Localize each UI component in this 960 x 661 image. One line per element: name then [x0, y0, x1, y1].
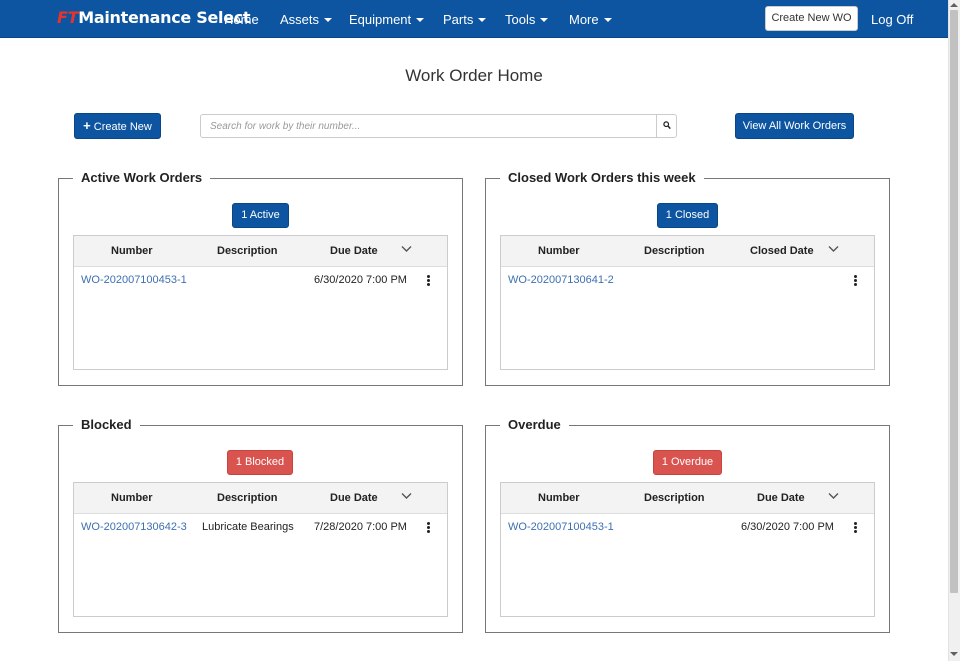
active-work-orders-panel: Active Work Orders 1 Active Number Descr…: [58, 170, 463, 386]
kebab-menu-icon[interactable]: [427, 275, 431, 287]
nav-more-label: More: [569, 12, 599, 27]
active-count-button[interactable]: 1 Active: [232, 203, 289, 228]
column-header-description[interactable]: Description: [644, 245, 705, 257]
kebab-menu-icon[interactable]: [427, 522, 431, 534]
column-header-date[interactable]: Due Date: [330, 245, 378, 257]
page-title: Work Order Home: [405, 66, 543, 85]
chevron-down-icon: [603, 17, 612, 22]
kebab-menu-icon[interactable]: [854, 522, 858, 534]
scroll-up-arrow-icon[interactable]: [950, 3, 958, 7]
create-new-wo-button[interactable]: Create New WO: [765, 6, 858, 31]
table-header: Number Description Closed Date: [501, 236, 874, 267]
nav-more[interactable]: More: [569, 12, 612, 27]
column-header-description[interactable]: Description: [217, 492, 278, 504]
nav-assets-label: Assets: [280, 12, 320, 27]
closed-count-button[interactable]: 1 Closed: [657, 203, 718, 228]
table-header: Number Description Due Date: [74, 236, 447, 267]
blocked-count-button[interactable]: 1 Blocked: [227, 450, 293, 475]
table-header: Number Description Due Date: [74, 483, 447, 514]
nav-home[interactable]: Home: [224, 12, 259, 27]
work-order-number-link[interactable]: WO-202007130641-2: [508, 274, 614, 286]
log-off-link[interactable]: Log Off: [871, 12, 913, 27]
panel-title: Overdue: [500, 417, 569, 432]
create-new-label: Create New: [93, 121, 152, 133]
work-order-number-link[interactable]: WO-202007100453-1: [81, 274, 187, 286]
overdue-count-button[interactable]: 1 Overdue: [653, 450, 722, 475]
table-header: Number Description Due Date: [501, 483, 874, 514]
chevron-down-icon[interactable]: [401, 245, 412, 253]
work-order-due-date: 6/30/2020 7:00 PM: [314, 274, 407, 286]
blocked-panel: Blocked 1 Blocked Number Description Due…: [58, 417, 463, 633]
work-order-due-date: 7/28/2020 7:00 PM: [314, 521, 407, 533]
create-new-button[interactable]: + Create New: [74, 113, 161, 139]
overdue-panel: Overdue 1 Overdue Number Description Due…: [485, 417, 890, 633]
column-header-number[interactable]: Number: [111, 245, 153, 257]
column-header-description[interactable]: Description: [644, 492, 705, 504]
overdue-work-orders-table: Number Description Due Date WO-202007100…: [500, 482, 875, 617]
search-input[interactable]: [201, 115, 657, 137]
search-icon: [663, 121, 671, 130]
nav-tools-label: Tools: [505, 12, 536, 27]
table-row: WO-202007130641-2: [501, 267, 874, 293]
nav-equipment[interactable]: Equipment: [349, 12, 425, 27]
table-row: WO-202007100453-1 6/30/2020 7:00 PM: [74, 267, 447, 293]
closed-work-orders-table: Number Description Closed Date WO-202007…: [500, 235, 875, 370]
chevron-down-icon[interactable]: [828, 245, 839, 253]
table-row: WO-202007100453-1 6/30/2020 7:00 PM: [501, 514, 874, 540]
column-header-date[interactable]: Due Date: [330, 492, 378, 504]
column-header-number[interactable]: Number: [538, 245, 580, 257]
chevron-down-icon: [540, 17, 549, 22]
column-header-closed-date[interactable]: Closed Date: [750, 245, 814, 257]
scrollbar-thumb[interactable]: [950, 10, 958, 593]
work-order-number-link[interactable]: WO-202007100453-1: [508, 521, 614, 533]
scroll-down-arrow-icon[interactable]: [950, 652, 958, 656]
chevron-down-icon: [324, 17, 333, 22]
column-header-number[interactable]: Number: [538, 492, 580, 504]
panel-title: Active Work Orders: [73, 170, 211, 185]
nav-parts[interactable]: Parts: [443, 12, 487, 27]
nav-tools[interactable]: Tools: [505, 12, 549, 27]
plus-icon: +: [83, 118, 91, 133]
nav-parts-label: Parts: [443, 12, 474, 27]
nav-equipment-label: Equipment: [349, 12, 412, 27]
kebab-menu-icon[interactable]: [854, 275, 858, 287]
nav-home-label: Home: [224, 12, 259, 27]
panel-title: Closed Work Orders this week: [500, 170, 704, 185]
work-order-number-link[interactable]: WO-202007130642-3: [81, 521, 187, 533]
brand-prefix: FT: [57, 8, 79, 27]
app-logo[interactable]: FTMaintenance Select: [57, 8, 251, 27]
search-bar: [200, 114, 677, 138]
work-order-due-date: 6/30/2020 7:00 PM: [741, 521, 834, 533]
table-row: WO-202007130642-3 Lubricate Bearings 7/2…: [74, 514, 447, 540]
column-header-number[interactable]: Number: [111, 492, 153, 504]
column-header-date[interactable]: Due Date: [757, 492, 805, 504]
chevron-down-icon: [416, 17, 425, 22]
chevron-down-icon: [478, 17, 487, 22]
closed-work-orders-panel: Closed Work Orders this week 1 Closed Nu…: [485, 170, 890, 386]
blocked-work-orders-table: Number Description Due Date WO-202007130…: [73, 482, 448, 617]
view-all-work-orders-button[interactable]: View All Work Orders: [735, 113, 854, 139]
active-work-orders-table: Number Description Due Date WO-202007100…: [73, 235, 448, 370]
top-navbar: FTMaintenance Select Home Assets Equipme…: [0, 0, 948, 38]
chevron-down-icon[interactable]: [828, 492, 839, 500]
work-order-description: Lubricate Bearings: [202, 521, 294, 533]
column-header-description[interactable]: Description: [217, 245, 278, 257]
search-button[interactable]: [656, 115, 676, 137]
nav-assets[interactable]: Assets: [280, 12, 333, 27]
panel-title: Blocked: [73, 417, 140, 432]
chevron-down-icon[interactable]: [401, 492, 412, 500]
